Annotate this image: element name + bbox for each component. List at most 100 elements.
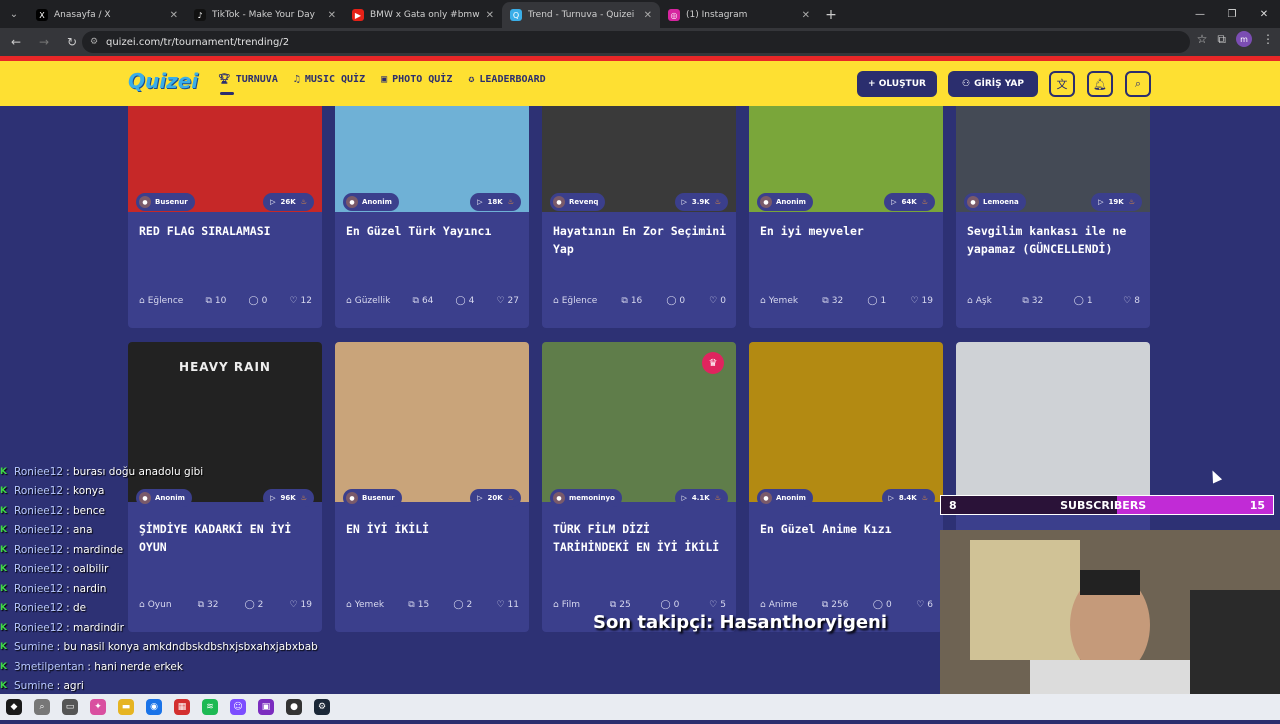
obs-icon[interactable]: ●: [286, 699, 302, 715]
language-icon[interactable]: 文: [1049, 71, 1075, 97]
search-taskbar-icon[interactable]: ⌕: [34, 699, 50, 715]
site-logo[interactable]: Quizei: [128, 69, 198, 93]
tournament-card[interactable]: ♛ ● memoninyo ▷ 4.1K ♨ TÜRK FİLM DİZİ TARİH…: [542, 342, 736, 632]
bookmark-star-icon[interactable]: ☆: [1197, 32, 1208, 46]
likes-count[interactable]: ♡ 6: [916, 600, 933, 610]
comments-count[interactable]: ◯ 0: [666, 296, 685, 306]
author-badge[interactable]: ● memoninyo: [550, 489, 622, 507]
profile-avatar[interactable]: m: [1236, 31, 1252, 47]
chrome-icon[interactable]: ◉: [146, 699, 162, 715]
minimize-icon[interactable]: —: [1184, 0, 1216, 28]
likes-count[interactable]: ♡ 27: [496, 296, 519, 306]
close-tab-icon[interactable]: ✕: [486, 10, 494, 21]
category[interactable]: ⌂ Eğlence: [139, 296, 183, 306]
author-badge[interactable]: ● Anonim: [343, 193, 399, 211]
items-value: 10: [214, 296, 227, 306]
nav-item[interactable]: ♫ MUSIC QUİZ: [294, 74, 365, 85]
file-explorer-icon[interactable]: ▬: [118, 699, 134, 715]
card-title[interactable]: EN İYİ İKİLİ: [346, 520, 521, 538]
twitch-icon[interactable]: ▣: [258, 699, 274, 715]
comments-count[interactable]: ◯ 0: [249, 296, 268, 306]
card-title[interactable]: RED FLAG SIRALAMASI: [139, 222, 314, 240]
author-name: Busenur: [362, 494, 395, 502]
steam-icon[interactable]: ⚙: [314, 699, 330, 715]
forward-icon[interactable]: →: [32, 30, 56, 54]
tournament-card[interactable]: ● Anonim ▷ 18K ♨ En Güzel Türk Yayıncı ⌂ Güz…: [335, 106, 529, 328]
author-badge[interactable]: ● Revenq: [550, 193, 606, 211]
category[interactable]: ⌂ Anime: [760, 600, 797, 610]
close-tab-icon[interactable]: ✕: [644, 10, 652, 21]
likes-count[interactable]: ♡ 19: [910, 296, 933, 306]
taskview-icon[interactable]: ▭: [62, 699, 78, 715]
author-badge[interactable]: ● Anonim: [757, 193, 813, 211]
category[interactable]: ⌂ Yemek: [346, 600, 384, 610]
tournament-card[interactable]: ● Anonim ▷ 64K ♨ En iyi meyveler ⌂ Yemek ⧉ 32…: [749, 106, 943, 328]
spotify-icon[interactable]: ≋: [202, 699, 218, 715]
likes-count[interactable]: ♡ 0: [709, 296, 726, 306]
card-title[interactable]: En iyi meyveler: [760, 222, 935, 240]
card-title[interactable]: Hayatının En Zor Seçimini Yap: [553, 222, 728, 258]
author-badge[interactable]: ● Anonim: [757, 489, 813, 507]
category[interactable]: ⌂ Güzellik: [346, 296, 390, 306]
card-title[interactable]: En Güzel Anime Kızı: [760, 520, 935, 538]
nav-item[interactable]: ✪ LEADERBOARD: [468, 74, 545, 85]
reload-icon[interactable]: ↻: [60, 30, 84, 54]
start-icon[interactable]: ◆: [6, 699, 22, 715]
tab-search-icon[interactable]: ⌄: [0, 0, 28, 28]
extensions-icon[interactable]: ⧉: [1217, 32, 1226, 47]
heart-icon: ♡: [910, 296, 919, 306]
likes-count[interactable]: ♡ 8: [1123, 296, 1140, 306]
comment-icon: ◯: [1073, 296, 1084, 306]
browser-tab[interactable]: Q Trend - Turnuva - Quizei ✕: [502, 2, 660, 28]
comments-count[interactable]: ◯ 4: [456, 296, 475, 306]
likes-count[interactable]: ♡ 5: [709, 600, 726, 610]
browser-tab[interactable]: X Anasayfa / X ✕: [28, 2, 186, 28]
likes-count[interactable]: ♡ 12: [289, 296, 312, 306]
browser-tab[interactable]: ▶ BMW x Gata only #bmw #edit ✕: [344, 2, 502, 28]
browser-tab[interactable]: ◎ (1) Instagram ✕: [660, 2, 818, 28]
comments-count[interactable]: ◯ 0: [873, 600, 892, 610]
likes-count[interactable]: ♡ 11: [496, 600, 519, 610]
new-tab-button[interactable]: +: [818, 2, 844, 28]
card-title[interactable]: TÜRK FİLM DİZİ TARİHİNDEKİ EN İYİ İKİLİ: [553, 520, 728, 556]
close-window-icon[interactable]: ✕: [1248, 0, 1280, 28]
notification-bell-icon[interactable]: 🔔︎: [1087, 71, 1113, 97]
tournament-card[interactable]: ● Revenq ▷ 3.9K ♨ Hayatının En Zor Seçimini…: [542, 106, 736, 328]
close-tab-icon[interactable]: ✕: [328, 10, 336, 21]
close-tab-icon[interactable]: ✕: [170, 10, 178, 21]
nav-item[interactable]: ▣ PHOTO QUİZ: [381, 74, 452, 85]
site-info-icon[interactable]: ⚙: [90, 37, 98, 47]
discord-icon[interactable]: ☺: [230, 699, 246, 715]
comments-count[interactable]: ◯ 2: [453, 600, 472, 610]
maximize-icon[interactable]: ❐: [1216, 0, 1248, 28]
winrar-icon[interactable]: ▦: [174, 699, 190, 715]
author-badge[interactable]: ● Busenur: [343, 489, 402, 507]
subscriber-goal-bar: 8 SUBSCRIBERS 15: [940, 495, 1274, 515]
browser-menu-icon[interactable]: ⋮: [1262, 32, 1274, 46]
category[interactable]: ⌂ Aşk: [967, 296, 992, 306]
create-button[interactable]: + OLUŞTUR: [857, 71, 937, 97]
back-icon[interactable]: ←: [4, 30, 28, 54]
category[interactable]: ⌂ Eğlence: [553, 296, 597, 306]
close-tab-icon[interactable]: ✕: [802, 10, 810, 21]
tournament-card[interactable]: ● Anonim ▷ 8.4K ♨ En Güzel Anime Kızı ⌂ Anim…: [749, 342, 943, 632]
author-badge[interactable]: ● Busenur: [136, 193, 195, 211]
address-bar[interactable]: ⚙ quizei.com/tr/tournament/trending/2: [82, 31, 1190, 53]
comments-count[interactable]: ◯ 0: [661, 600, 680, 610]
tournament-card[interactable]: ● Busenur ▷ 20K ♨ EN İYİ İKİLİ ⌂ Yemek ⧉ 15 ◯…: [335, 342, 529, 632]
category[interactable]: ⌂ Yemek: [760, 296, 798, 306]
card-title[interactable]: En Güzel Türk Yayıncı: [346, 222, 521, 240]
tournament-card[interactable]: ● Lemoena ▷ 19K ♨ Sevgilim kankası ile ne y…: [956, 106, 1150, 328]
tournament-card[interactable]: ● Busenur ▷ 26K ♨ RED FLAG SIRALAMASI ⌂ Eğle…: [128, 106, 322, 328]
login-button[interactable]: ⚇ GİRİŞ YAP: [948, 71, 1038, 97]
search-icon[interactable]: ⌕: [1125, 71, 1151, 97]
author-badge[interactable]: ● Lemoena: [964, 193, 1026, 211]
copilot-icon[interactable]: ✦: [90, 699, 106, 715]
browser-tab[interactable]: ♪ TikTok - Make Your Day ✕: [186, 2, 344, 28]
nav-item[interactable]: 🏆︎ TURNUVA: [218, 74, 278, 95]
gallery-icon: ⧉: [408, 600, 415, 610]
comments-count[interactable]: ◯ 1: [867, 296, 886, 306]
comments-count[interactable]: ◯ 1: [1074, 296, 1093, 306]
category[interactable]: ⌂ Film: [553, 600, 580, 610]
card-title[interactable]: Sevgilim kankası ile ne yapamaz (GÜNCELL…: [967, 222, 1142, 258]
